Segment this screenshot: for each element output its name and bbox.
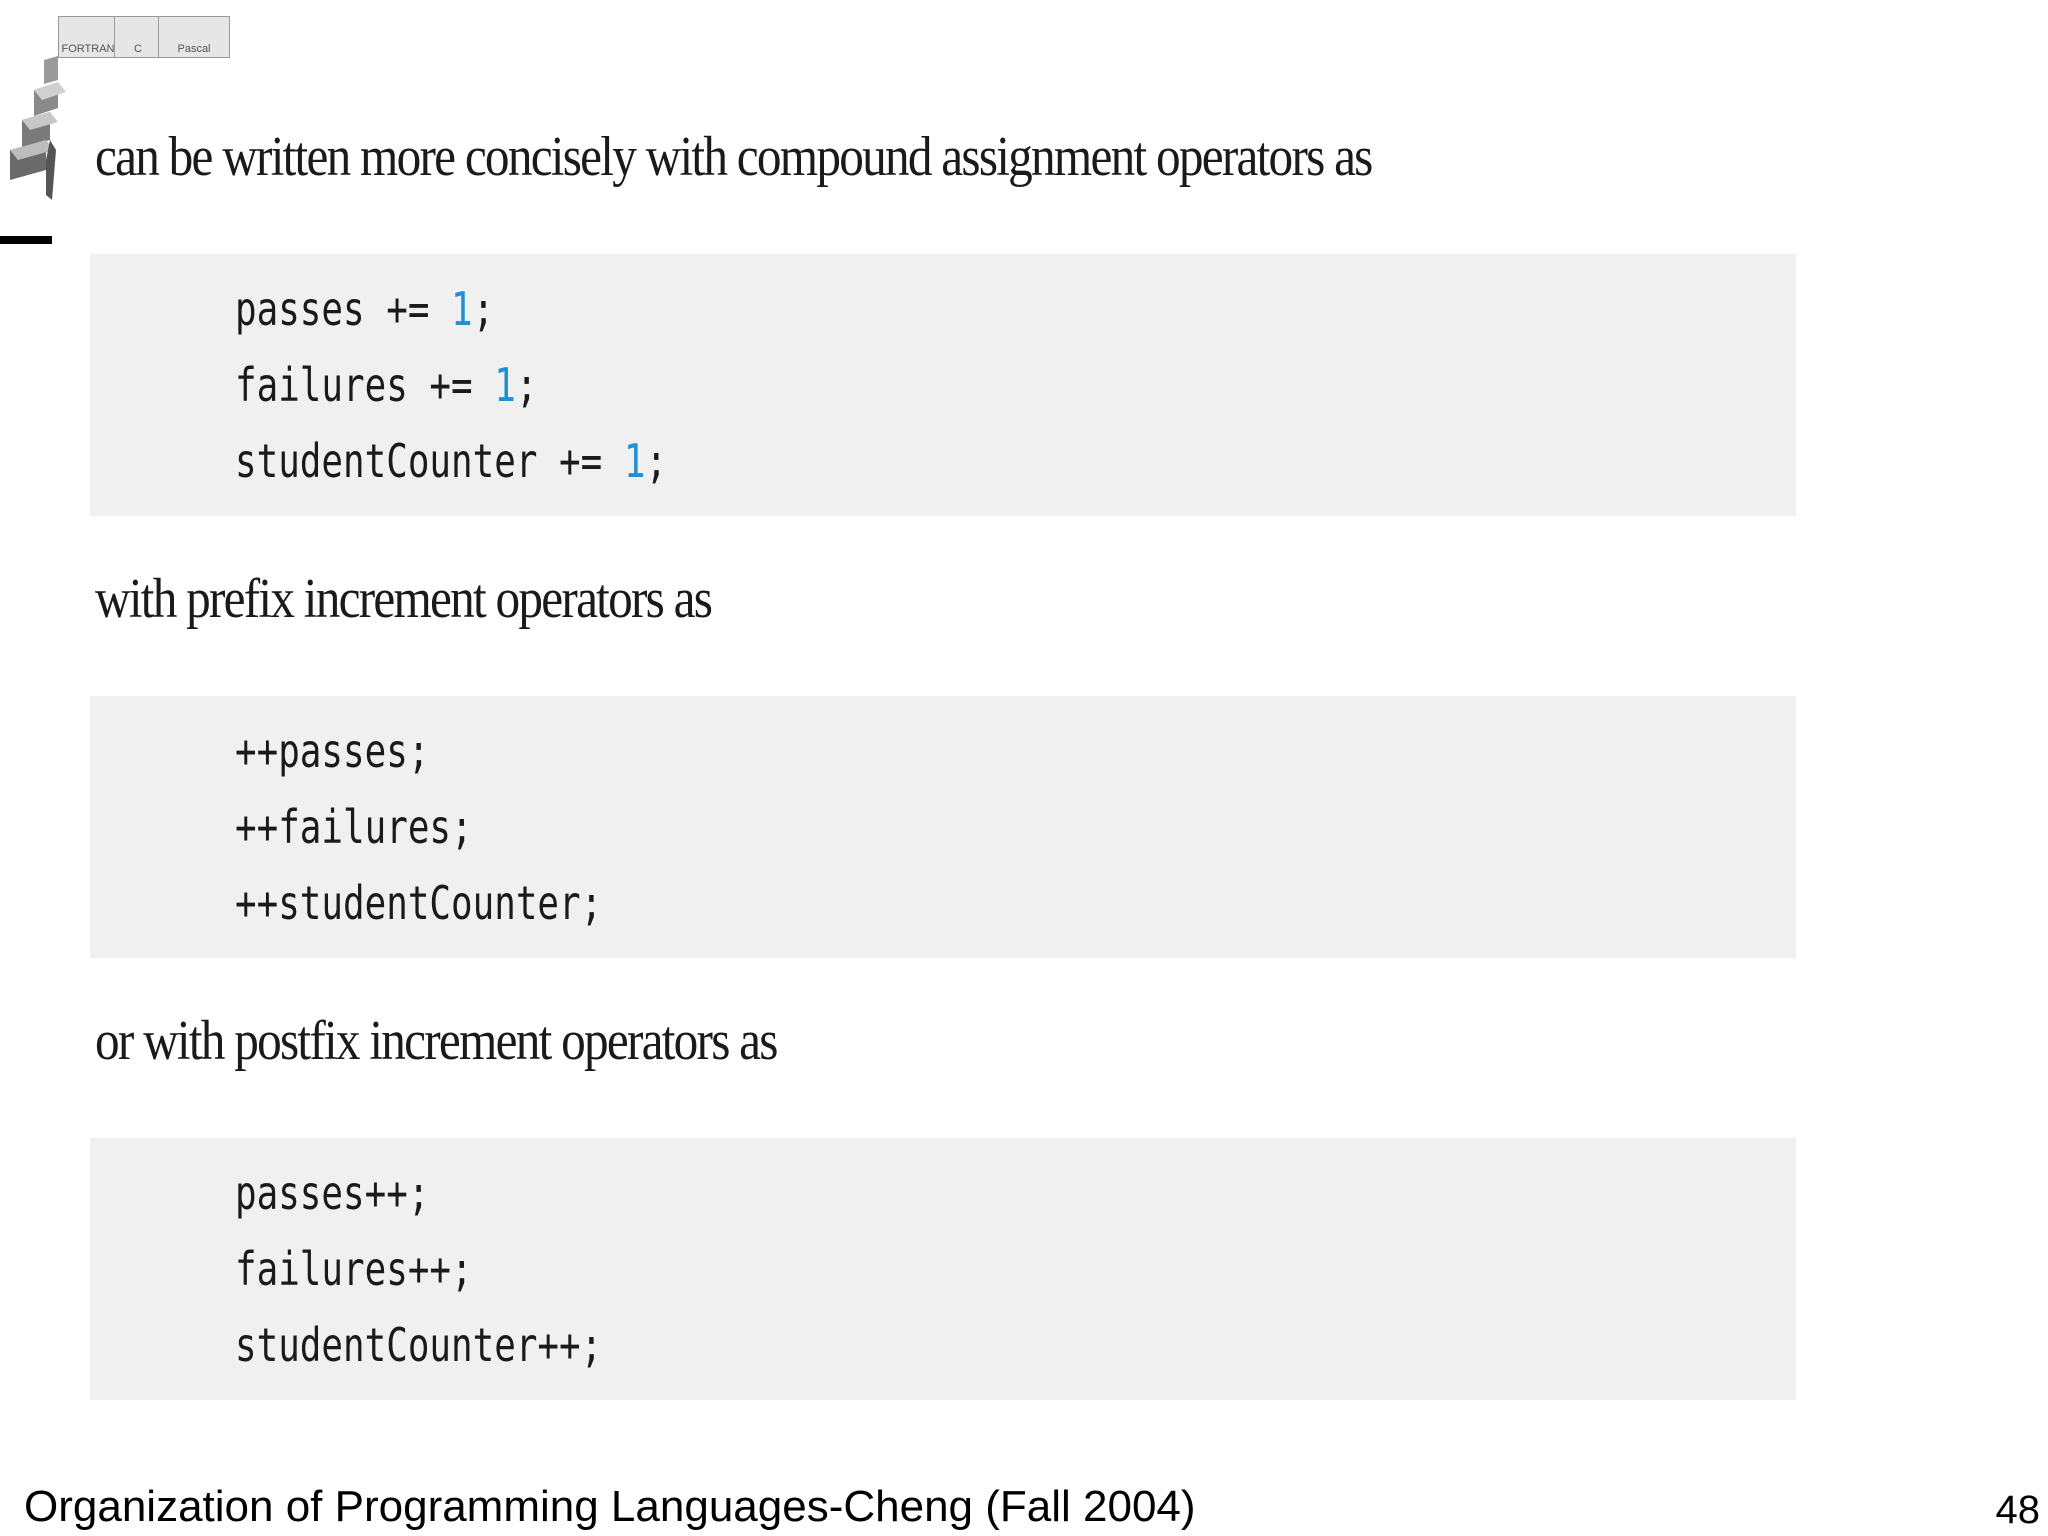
code-block-prefix: ++passes; ++failures; ++studentCounter; [90,696,1796,958]
code-line: passes++; [235,1166,430,1220]
page-number: 48 [1995,1488,2041,1532]
intro-compound: can be written more concisely with compo… [95,126,1373,188]
code-line: failures++; [235,1242,473,1296]
code-line: ++passes; [235,724,430,778]
footer-course-title: Organization of Programming Languages-Ch… [24,1482,1196,1531]
code-line: studentCounter += 1; [235,434,668,488]
code-line: ++studentCounter; [235,876,603,930]
code-block-compound: passes += 1; failures += 1; studentCount… [90,254,1796,516]
code-block-postfix: passes++; failures++; studentCounter++; [90,1138,1796,1400]
code-line: ++failures; [235,800,473,854]
intro-prefix: with prefix increment operators as [95,568,713,630]
code-line: passes += 1; [235,282,495,336]
intro-postfix: or with postfix increment operators as [95,1010,778,1072]
code-line: studentCounter++; [235,1318,603,1372]
code-line: failures += 1; [235,358,538,412]
accent-bar [0,236,52,244]
